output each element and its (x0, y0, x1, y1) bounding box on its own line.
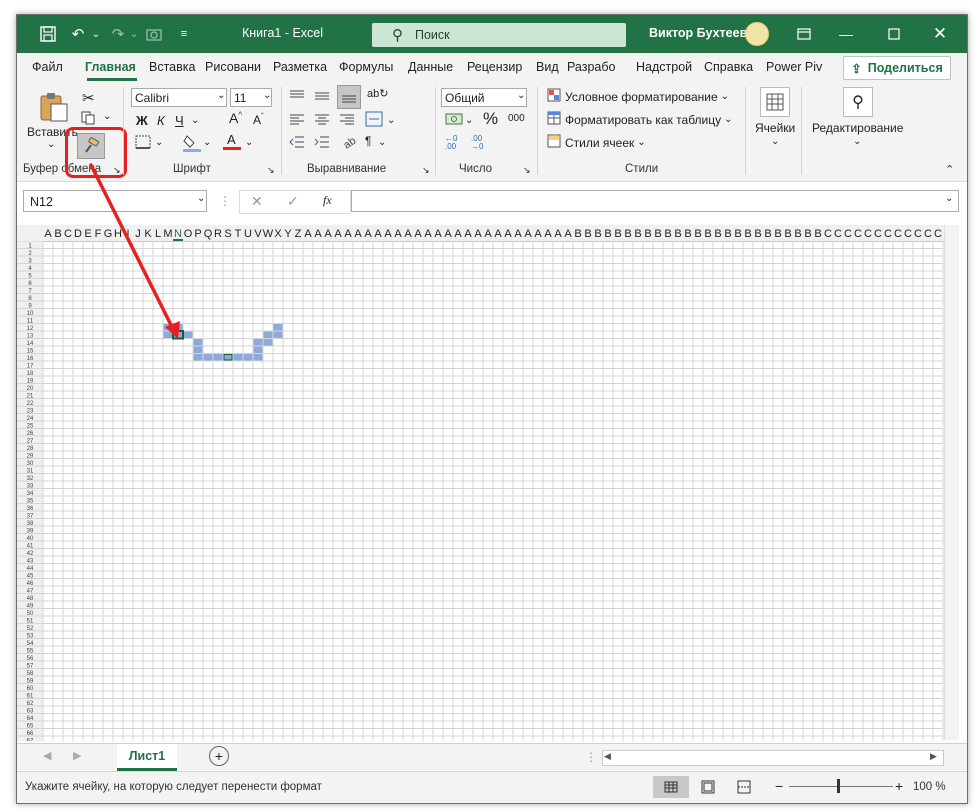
zoom-level[interactable]: 100 % (913, 781, 946, 793)
annotation-arrow-line (89, 163, 176, 333)
annotation-arrowhead (165, 321, 180, 339)
add-sheet-icon[interactable]: + (209, 746, 229, 766)
zoom-slider[interactable] (789, 786, 893, 787)
zoom-out-icon[interactable]: − (775, 778, 783, 794)
sheet-bar: ◀ ▶ Лист1 + ⋮ ◀ ▶ (17, 743, 967, 771)
normal-view-icon[interactable] (653, 776, 689, 798)
tab-split-handle-icon[interactable]: ⋮ (585, 750, 597, 764)
scroll-right-icon[interactable]: ▶ (930, 751, 937, 762)
zoom-in-icon[interactable]: + (895, 778, 903, 794)
status-message: Укажите ячейку, на которую следует перен… (25, 781, 322, 793)
scroll-left-icon[interactable]: ◀ (604, 751, 611, 762)
page-layout-view-icon[interactable] (701, 780, 715, 797)
zoom-slider-thumb[interactable] (837, 779, 840, 793)
horizontal-scrollbar[interactable] (602, 750, 944, 766)
sheet-tab-1[interactable]: Лист1 (117, 744, 177, 771)
excel-window: ↶ ⌄ ↷ ⌄ ≡ Книга1 - Excel ⚲ Поиск Виктор … (16, 14, 968, 804)
status-bar: Укажите ячейку, на которую следует перен… (17, 771, 967, 803)
next-sheet-icon[interactable]: ▶ (73, 749, 81, 762)
prev-sheet-icon[interactable]: ◀ (43, 749, 51, 762)
annotation-overlay (89, 163, 180, 339)
page-break-view-icon[interactable] (737, 780, 751, 797)
